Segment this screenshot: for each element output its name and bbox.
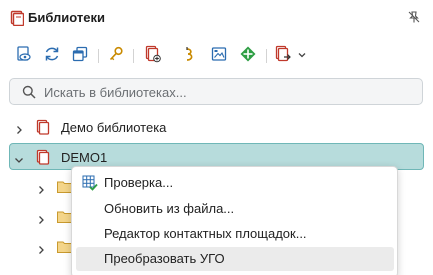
tree-item-label: DEMO1 (61, 150, 108, 165)
toolbar-separator (98, 49, 99, 63)
pin-off-icon[interactable] (407, 10, 421, 24)
book-eye-icon (15, 45, 33, 68)
symbol-button[interactable] (179, 45, 201, 67)
grid-check-icon (82, 175, 98, 191)
library-book-icon (10, 10, 25, 27)
key-button[interactable] (105, 45, 127, 67)
library-book-icon (36, 119, 50, 135)
menu-item-update-from-file[interactable]: Обновить из файла... (76, 197, 394, 221)
menu-item-pad-editor[interactable]: Редактор контактных площадок... (76, 222, 394, 246)
tree-item-demo-library[interactable]: Демо библиотека (0, 114, 433, 142)
search-input[interactable] (44, 83, 404, 101)
chevron-down-icon[interactable] (14, 152, 24, 163)
toolbar-separator (266, 49, 267, 63)
tree-item-label: Демо библиотека (61, 120, 167, 135)
chevron-down-icon (297, 47, 307, 65)
panel-header: Библиотеки (0, 0, 433, 36)
search-icon (22, 85, 36, 99)
library-search (9, 78, 423, 105)
footprint-button[interactable] (208, 45, 230, 67)
panel-title: Библиотеки (28, 10, 106, 25)
toolbar-separator (133, 49, 134, 63)
gost-symbol-icon (181, 45, 199, 68)
chevron-right-icon[interactable] (36, 212, 46, 224)
book-export-icon (274, 45, 292, 68)
footprint-image-icon (210, 45, 228, 68)
menu-item-label: Преобразовать УГО (104, 251, 225, 266)
export-button[interactable] (272, 45, 294, 67)
library-view-button[interactable] (13, 45, 35, 67)
library-book-icon (36, 149, 50, 165)
more-dropdown-button[interactable] (294, 45, 310, 67)
refresh-icon (43, 45, 61, 68)
new-library-button[interactable] (142, 45, 164, 67)
copy-windows-icon (71, 45, 89, 68)
green-component-icon (239, 45, 257, 68)
menu-item-convert-symbol[interactable]: Преобразовать УГО (76, 247, 394, 271)
menu-item-check[interactable]: Проверка... (76, 171, 394, 195)
menu-item-label: Редактор контактных площадок... (104, 226, 307, 241)
book-add-icon (144, 45, 162, 68)
library-toolbar (0, 40, 433, 72)
chevron-right-icon[interactable] (36, 182, 46, 194)
component-button[interactable] (237, 45, 259, 67)
copy-button[interactable] (69, 45, 91, 67)
context-menu: Проверка... Обновить из файла... Редакто… (71, 166, 398, 275)
chevron-right-icon[interactable] (36, 242, 46, 254)
menu-item-label: Обновить из файла... (104, 201, 235, 216)
menu-item-label: Проверка... (104, 175, 174, 190)
refresh-button[interactable] (41, 45, 63, 67)
chevron-right-icon[interactable] (14, 122, 24, 134)
key-icon (107, 45, 125, 68)
